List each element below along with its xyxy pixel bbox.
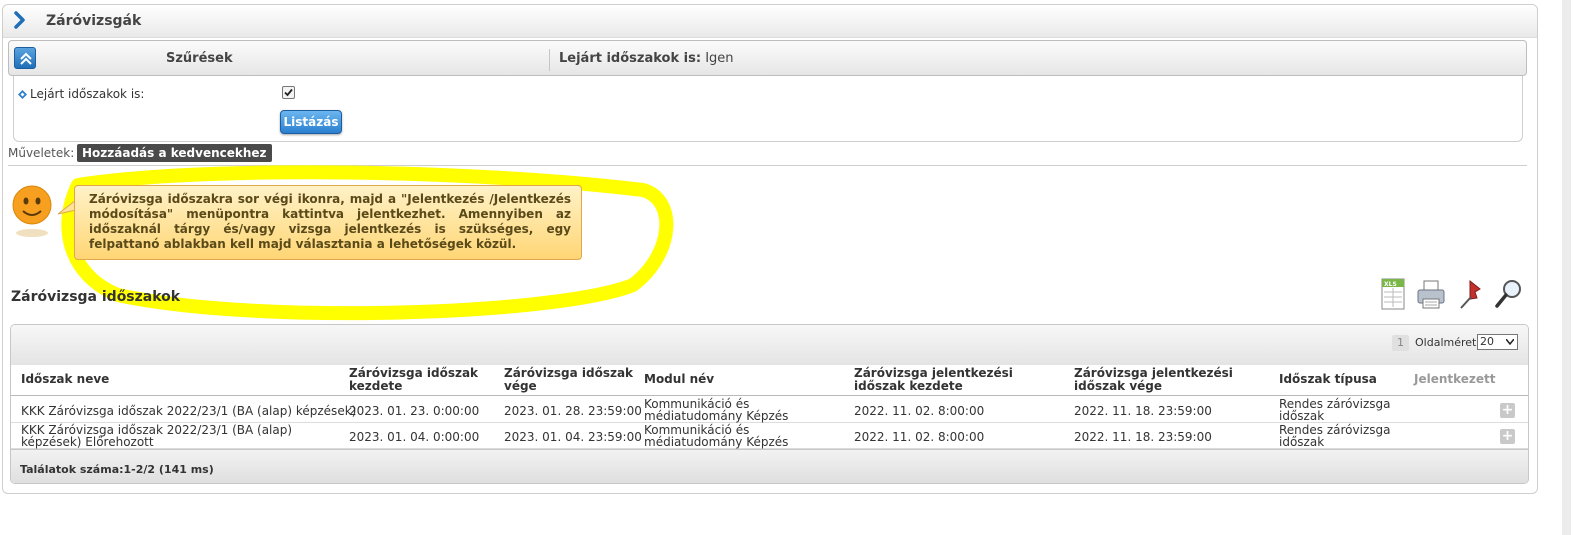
section-title: Záróvizsga időszakok (11, 289, 181, 305)
column-header[interactable]: Időszak neve (21, 373, 109, 386)
filter-summary: Lejárt időszakok is: Igen (559, 51, 734, 66)
table-row[interactable]: KKK Záróvizsga időszak 2022/23/1 (BA (al… (11, 423, 1528, 449)
column-header[interactable]: Záróvizsga jelentkezési időszak kezdete (854, 367, 1064, 393)
chevron-right-icon[interactable] (13, 11, 27, 29)
column-header[interactable]: Záróvizsga jelentkezési időszak vége (1074, 367, 1274, 393)
xls-export-icon[interactable]: XLS (1378, 277, 1408, 311)
table-row[interactable]: KKK Záróvizsga időszak 2022/23/1 (BA (al… (11, 397, 1528, 423)
registration-end: 2022. 11. 18. 23:59:00 (1074, 404, 1212, 418)
filter-bar[interactable]: Szűrések Lejárt időszakok is: Igen (8, 40, 1527, 76)
page-title: Záróvizsgák (46, 13, 142, 29)
page-number[interactable]: 1 (1392, 335, 1409, 351)
smiley-icon (12, 185, 52, 237)
period-name: KKK Záróvizsga időszak 2022/23/1 (BA (al… (21, 404, 357, 418)
double-chevron-up-icon (20, 52, 32, 65)
registration-start: 2022. 11. 02. 8:00:00 (854, 404, 985, 418)
column-header[interactable]: Záróvizsga időszak kezdete (349, 367, 489, 393)
filter-body: Lejárt időszakok is: Listázás (13, 76, 1523, 142)
registration-end: 2022. 11. 18. 23:59:00 (1074, 430, 1212, 444)
collapse-button[interactable] (14, 47, 36, 69)
module-name: Kommunikáció és médiatudomány Képzés (644, 397, 789, 423)
period-type: Rendes záróvizsga időszak (1279, 423, 1391, 449)
search-icon[interactable] (1494, 277, 1524, 311)
periods-table: 1 Oldalméret 20 Időszak neve Záróvizsga … (10, 324, 1529, 484)
divider (549, 49, 550, 71)
period-start: 2023. 01. 04. 0:00:00 (349, 430, 480, 444)
chevron-down-icon (1506, 339, 1514, 345)
table-toolbar: 1 Oldalméret 20 (11, 325, 1528, 365)
row-actions-plus-icon[interactable]: + (1500, 429, 1515, 444)
add-to-favorites-button[interactable]: Hozzáadás a kedvencekhez (77, 144, 272, 162)
period-type: Rendes záróvizsga időszak (1279, 397, 1391, 423)
period-end: 2023. 01. 04. 23:59:00 (504, 430, 642, 444)
print-icon[interactable] (1416, 277, 1446, 311)
period-end: 2023. 01. 28. 23:59:00 (504, 404, 642, 418)
column-header[interactable]: Modul név (644, 373, 714, 386)
actions-label: Műveletek: (8, 146, 75, 160)
expired-periods-checkbox[interactable] (282, 86, 295, 99)
module-name: Kommunikáció és médiatudomány Képzés (644, 423, 789, 449)
page-size-value: 20 (1480, 335, 1494, 348)
expired-periods-label: Lejárt időszakok is: (30, 87, 145, 101)
table-footer: Találatok száma:1-2/2 (141 ms) (11, 449, 1528, 483)
panel-header: Záróvizsgák (3, 5, 1537, 38)
page-size-label: Oldalméret (1415, 336, 1477, 349)
period-start: 2023. 01. 23. 0:00:00 (349, 404, 480, 418)
pin-icon[interactable] (1456, 277, 1486, 311)
period-name: KKK Záróvizsga időszak 2022/23/1 (BA (al… (21, 423, 293, 449)
column-header[interactable]: Időszak típusa (1279, 373, 1377, 386)
diamond-bullet-icon (18, 90, 27, 99)
page-size-select[interactable]: 20 (1477, 334, 1518, 350)
filter-summary-value: Igen (705, 51, 734, 66)
checkmark-icon (284, 88, 293, 97)
row-actions-plus-icon[interactable]: + (1500, 403, 1515, 418)
column-header[interactable]: Jelentkezett (1414, 373, 1496, 386)
svg-text:XLS: XLS (1384, 281, 1397, 288)
table-header: Időszak neve Záróvizsga időszak kezdete … (11, 365, 1528, 396)
list-button[interactable]: Listázás (280, 110, 342, 134)
vertical-scrollbar[interactable] (1562, 0, 1571, 535)
filter-summary-label: Lejárt időszakok is: (559, 51, 702, 66)
column-header[interactable]: Záróvizsga időszak vége (504, 367, 634, 393)
info-message: Záróvizsga időszakra sor végi ikonra, ma… (74, 185, 582, 260)
registration-start: 2022. 11. 02. 8:00:00 (854, 430, 985, 444)
filter-title: Szűrések (166, 51, 233, 66)
results-count: Találatok száma:1-2/2 (141 ms) (20, 463, 214, 476)
